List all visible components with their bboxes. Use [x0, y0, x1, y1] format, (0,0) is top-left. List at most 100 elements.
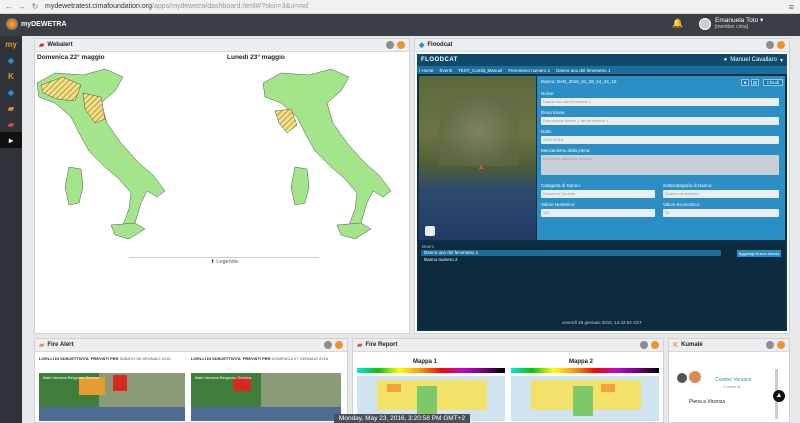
contact-time: 1 mese fa: [723, 384, 741, 389]
legend-toggle[interactable]: ⬆ Legenda: [129, 257, 319, 265]
floodcat-topbar: FLOODCAT ● Manuel Cavallaro ▾: [417, 54, 787, 66]
list-item[interactable]: Danno numero 2: [421, 257, 721, 263]
sottocategoria-select[interactable]: Scarico di rischiare: [663, 190, 779, 198]
valore-economico-input[interactable]: 10: [663, 209, 779, 217]
save-icon[interactable]: ■: [741, 79, 749, 86]
nome-input[interactable]: Danno uno del fenomeno 1: [541, 98, 779, 106]
add-damage-button[interactable]: Aggiungi Nuovo danno: [737, 250, 781, 257]
fire-alert-map-1[interactable]: Italia Venezia Bergamo Genova: [39, 373, 185, 421]
reload-icon[interactable]: ↻: [31, 2, 39, 11]
floodcat-footer: venerdì 29 gennaio 2016, 14:42:54 CET: [561, 320, 643, 325]
minimize-button[interactable]: [397, 41, 405, 49]
meccanismo-textarea[interactable]: Eliminare dalla lista di kibra: [541, 155, 779, 175]
kumale-panel: K Kumalé Cosimo Versace 1 mese fa Piena …: [668, 338, 790, 423]
avatar: [699, 18, 711, 30]
fire-report-scale-2: [511, 368, 659, 373]
webalert-icon: ▰: [39, 42, 45, 49]
message-text: Piena a Vicenza: [689, 399, 726, 405]
user-role: [member cima]: [715, 24, 749, 30]
breadcrumb-item[interactable]: Fenomeno numero 1: [508, 68, 550, 73]
list-item[interactable]: Danno uno del fenomeno 1: [421, 250, 721, 256]
edit-icon[interactable]: [677, 373, 687, 383]
fire-alert-header: ▰ Fire Alert: [35, 339, 347, 352]
alert-icon[interactable]: ▰: [0, 116, 22, 132]
logo-mark-icon: [6, 18, 18, 30]
inner-user-name[interactable]: Manuel Cavallaro: [730, 57, 777, 63]
settings-button[interactable]: [766, 41, 774, 49]
breadcrumb-item[interactable]: Danno uno del fenomeno 1: [556, 68, 610, 73]
fire-report-header: ▰ Fire Report: [353, 339, 663, 352]
fire-icon[interactable]: ▰: [0, 100, 22, 116]
descrizione-input[interactable]: Descrizione danno 1 del fenomeno 1: [541, 117, 779, 125]
scroll-top-button[interactable]: ▲: [773, 390, 785, 402]
close-button[interactable]: Chiudi: [763, 79, 783, 86]
fire-report-scale-1: [357, 368, 505, 373]
satellite-map[interactable]: ▲: [419, 76, 536, 240]
webalert-panel: ▰ Webalert Domenica 22° maggio Lunedì 23…: [34, 38, 410, 334]
fire-alert-panel: ▰ Fire Alert LIVELLI DI SUSCETTIVITA' PR…: [34, 338, 348, 423]
settings-button[interactable]: [766, 341, 774, 349]
inner-user-icon: ●: [723, 57, 728, 63]
browser-toolbar: ← → ↻ mydewetratest.cimafoundation.org/a…: [0, 0, 800, 14]
kumale-header: K Kumalé: [669, 339, 789, 352]
damage-form: Danno: DAN_2016_01_28_14_24_10 ■ ▤ Chiud…: [537, 76, 785, 240]
sidebar: my ◆ K ◆ ▰ ▰ ▸: [0, 36, 22, 423]
app-logo[interactable]: myDEWETRA: [6, 18, 67, 30]
webalert-header: ▰ Webalert: [35, 39, 409, 52]
fire-alert-map-2[interactable]: Italia Venezia Bergamo Genova: [191, 373, 341, 421]
layer-switch-icon[interactable]: [425, 226, 435, 236]
minimize-button[interactable]: [335, 341, 343, 349]
list-header: Danni: [422, 244, 434, 249]
contact-avatar: [689, 371, 701, 383]
data-input[interactable]: 28/01/2016: [541, 136, 779, 144]
play-icon[interactable]: ▸: [0, 132, 22, 148]
italy-map-1: [36, 68, 166, 240]
minimize-button[interactable]: [777, 41, 785, 49]
settings-button[interactable]: [386, 41, 394, 49]
address-bar[interactable]: mydewetratest.cimafoundation.org/apps/my…: [45, 3, 308, 10]
back-icon[interactable]: ←: [5, 2, 13, 11]
browser-menu-icon[interactable]: ≡: [789, 2, 794, 12]
app-header: myDEWETRA 🔔 Emanuela Toto ▾ [member cima]: [0, 14, 800, 36]
categoria-select[interactable]: Sostanza Torrente: [541, 190, 655, 198]
fire-report-panel: ▰ Fire Report Mappa 1 Mappa 2: [352, 338, 664, 423]
damage-list: Danni Danno uno del fenomeno 1 Danno num…: [419, 243, 785, 327]
contact-name[interactable]: Cosimo Versace: [715, 377, 751, 383]
breadcrumb-item[interactable]: / Home: [419, 68, 434, 73]
fire-report-icon: ▰: [357, 342, 363, 349]
fire-alert-label-2: LIVELLI DI SUSCETTIVITA' PREVISTI PER DO…: [191, 356, 328, 361]
forward-icon[interactable]: →: [18, 2, 26, 11]
fire-report-map1-title: Mappa 1: [413, 359, 438, 365]
k-icon[interactable]: K: [0, 68, 22, 84]
fire-report-map2-title: Mappa 2: [569, 359, 594, 365]
minimize-button[interactable]: [777, 341, 785, 349]
user-name: Emanuela Toto: [715, 17, 759, 24]
breadcrumb: / Home Eventi TEST_Comitt_Manuel Fenomeno n…: [417, 66, 787, 74]
kumale-icon: K: [673, 341, 679, 349]
fire-alert-icon: ▰: [39, 342, 45, 349]
sensor-icon[interactable]: ◆: [0, 84, 22, 100]
settings-button[interactable]: [640, 341, 648, 349]
fire-report-map-2[interactable]: [511, 376, 659, 421]
floodcat-icon: ◆: [419, 42, 425, 49]
italy-alert-maps: [36, 68, 392, 240]
map2-title: Lunedì 23° maggio: [227, 54, 285, 61]
user-menu[interactable]: Emanuela Toto ▾ [member cima]: [699, 17, 763, 31]
notification-bell-icon[interactable]: 🔔: [672, 18, 683, 29]
diamond-icon[interactable]: ◆: [0, 52, 22, 68]
location-marker-icon[interactable]: ▲: [477, 162, 485, 171]
minimize-button[interactable]: [651, 341, 659, 349]
damage-id: Danno: DAN_2016_01_28_14_24_10: [541, 79, 617, 84]
map1-title: Domenica 22° maggio: [37, 54, 105, 61]
dashboard: ▰ Webalert Domenica 22° maggio Lunedì 23…: [22, 36, 800, 423]
webalert-title: Webalert: [47, 42, 73, 48]
valore-numerico-input[interactable]: 100: [541, 209, 655, 217]
my-icon[interactable]: my: [0, 36, 22, 52]
italy-map-2: [262, 68, 392, 240]
breadcrumb-item[interactable]: TEST_Comitt_Manuel: [458, 68, 502, 73]
print-icon[interactable]: ▤: [751, 79, 759, 86]
settings-button[interactable]: [324, 341, 332, 349]
floodcat-panel: ◆ Floodcat FLOODCAT ● Manuel Cavallaro ▾ …: [414, 38, 790, 334]
floodcat-header: ◆ Floodcat: [415, 39, 789, 52]
breadcrumb-item[interactable]: Eventi: [440, 68, 453, 73]
